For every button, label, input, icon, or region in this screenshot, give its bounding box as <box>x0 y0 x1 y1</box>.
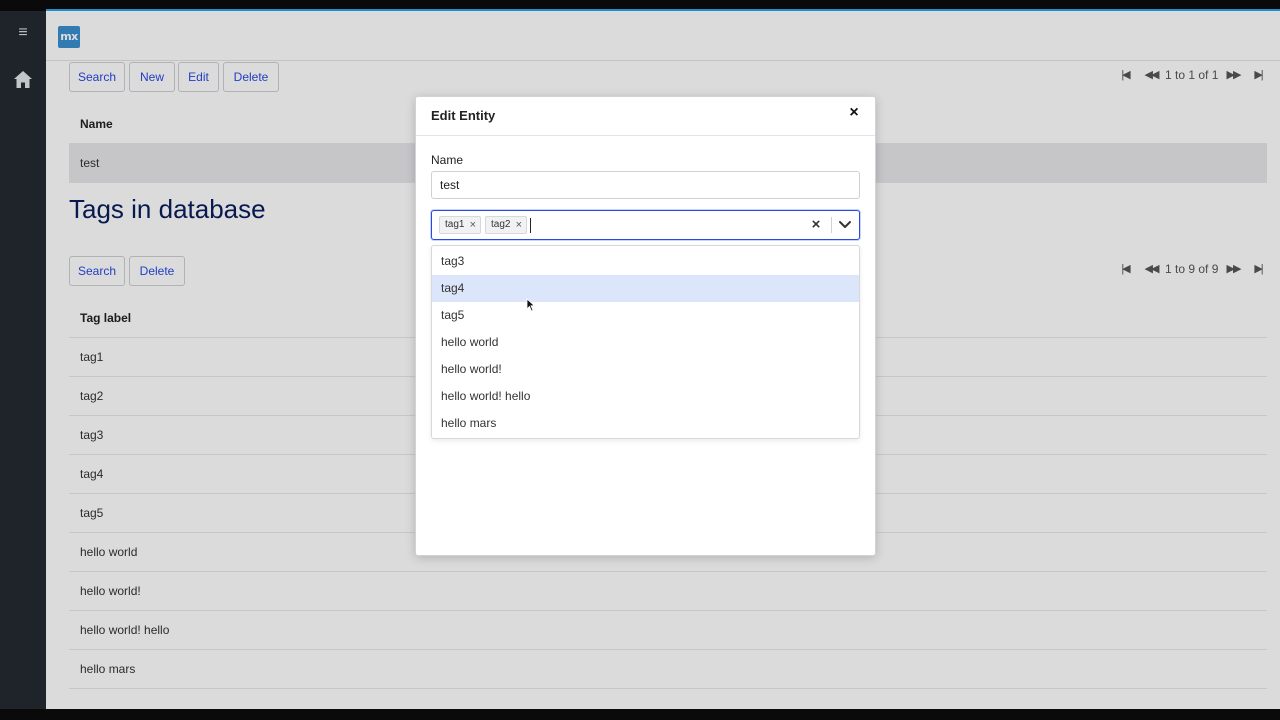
dropdown-option[interactable]: hello mars <box>432 410 859 437</box>
dropdown-option-highlighted[interactable]: tag4 <box>432 275 859 302</box>
chevron-down-icon[interactable] <box>837 218 853 232</box>
tag-chip-label: tag2 <box>491 219 511 230</box>
window-bottom-bar <box>0 709 1280 720</box>
dropdown-option[interactable]: hello world! hello <box>432 383 859 410</box>
dropdown-option[interactable]: hello world! <box>432 356 859 383</box>
remove-tag-icon[interactable]: × <box>470 217 476 233</box>
text-caret <box>530 218 531 233</box>
mouse-pointer-icon <box>526 298 536 312</box>
edit-entity-dialog: Edit Entity × Name tag1 × tag2 × × tag3 … <box>415 96 876 556</box>
dialog-header: Edit Entity × <box>416 97 875 136</box>
combobox-divider <box>831 217 832 233</box>
remove-tag-icon[interactable]: × <box>516 217 522 233</box>
tag-chip: tag2 × <box>485 216 527 234</box>
close-icon[interactable]: × <box>847 105 861 121</box>
dropdown-option[interactable]: hello world <box>432 329 859 356</box>
tags-dropdown-menu: tag3 tag4 tag5 hello world hello world! … <box>431 245 860 439</box>
clear-selection-icon[interactable]: × <box>809 217 823 233</box>
tags-combobox[interactable]: tag1 × tag2 × × <box>431 210 860 240</box>
name-input[interactable] <box>431 171 860 199</box>
name-label: Name <box>431 153 464 167</box>
tag-chip-label: tag1 <box>445 219 465 230</box>
dropdown-option[interactable]: tag3 <box>432 248 859 275</box>
dialog-title: Edit Entity <box>431 108 496 123</box>
window-top-bar <box>0 0 1280 11</box>
tag-chip: tag1 × <box>439 216 481 234</box>
dropdown-option[interactable]: tag5 <box>432 302 859 329</box>
